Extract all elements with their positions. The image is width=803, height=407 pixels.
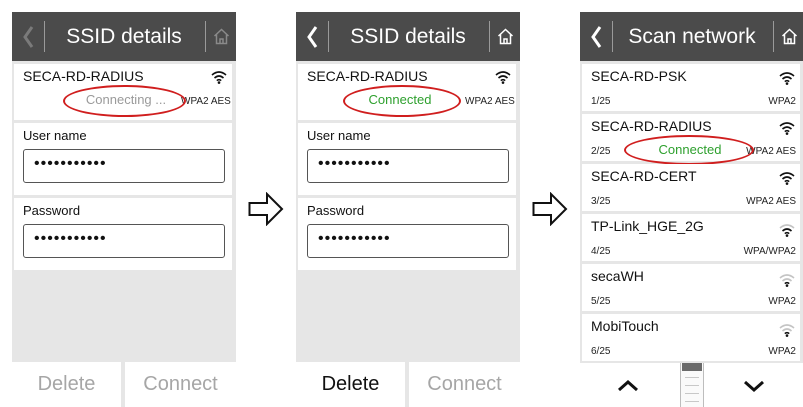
header-bar: Scan network bbox=[580, 12, 803, 61]
home-icon bbox=[213, 28, 229, 45]
network-item[interactable]: secaWH 5/25 WPA2 bbox=[582, 264, 800, 311]
chevron-up-icon bbox=[618, 380, 638, 392]
home-button[interactable] bbox=[206, 12, 236, 61]
scrollbar[interactable] bbox=[680, 363, 704, 407]
security-type: WPA/WPA2 bbox=[743, 246, 796, 257]
page-up-button[interactable] bbox=[608, 371, 648, 401]
chevron-down-icon bbox=[744, 380, 764, 392]
password-card: Password ••••••••••• bbox=[298, 198, 516, 270]
security-type: WPA2 AES bbox=[746, 196, 796, 207]
wifi-icon bbox=[211, 71, 227, 84]
password-label: Password bbox=[307, 203, 365, 218]
annotation-ellipse bbox=[63, 85, 186, 117]
password-input[interactable]: ••••••••••• bbox=[23, 224, 225, 258]
network-item[interactable]: SECA-RD-PSK 1/25 WPA2 bbox=[582, 64, 800, 111]
scrollbar-tick bbox=[685, 401, 699, 402]
wifi-icon bbox=[779, 122, 795, 135]
security-type: WPA2 AES bbox=[465, 96, 515, 107]
username-value: ••••••••••• bbox=[318, 155, 391, 172]
connect-button[interactable]: Connect bbox=[125, 362, 236, 407]
username-label: User name bbox=[307, 128, 371, 143]
password-input[interactable]: ••••••••••• bbox=[307, 224, 509, 258]
back-button[interactable] bbox=[580, 12, 612, 61]
password-label: Password bbox=[23, 203, 81, 218]
chevron-left-icon bbox=[23, 25, 34, 48]
ssid-card: SECA-RD-RADIUS Connected WPA2 AES bbox=[298, 64, 516, 120]
annotation-ellipse bbox=[343, 85, 461, 117]
home-icon bbox=[781, 28, 797, 45]
wifi-icon bbox=[779, 172, 795, 185]
right-arrow-icon bbox=[248, 192, 284, 226]
scrollbar-tick bbox=[685, 393, 699, 394]
ssid-name: SECA-RD-RADIUS bbox=[307, 68, 428, 84]
network-name: SECA-RD-CERT bbox=[591, 168, 697, 184]
security-type: WPA2 bbox=[768, 296, 796, 307]
network-index: 2/25 bbox=[591, 146, 611, 157]
wifi-icon bbox=[779, 72, 795, 85]
network-name: SECA-RD-RADIUS bbox=[591, 118, 712, 134]
network-index: 1/25 bbox=[591, 96, 611, 107]
wifi-icon bbox=[779, 274, 795, 287]
network-name: TP-Link_HGE_2G bbox=[591, 218, 704, 234]
scan-network-screen: Scan network SECA-RD-PSK 1/25 WPA2 SECA-… bbox=[580, 12, 803, 407]
network-name: SECA-RD-PSK bbox=[591, 68, 687, 84]
network-item[interactable]: TP-Link_HGE_2G 4/25 WPA/WPA2 bbox=[582, 214, 800, 261]
password-value: ••••••••••• bbox=[318, 230, 391, 247]
network-item[interactable]: MobiTouch 6/25 WPA2 bbox=[582, 314, 800, 361]
username-input[interactable]: ••••••••••• bbox=[23, 149, 225, 183]
pagination-bar bbox=[580, 363, 803, 407]
network-item[interactable]: SECA-RD-CERT 3/25 WPA2 AES bbox=[582, 164, 800, 211]
page-down-button[interactable] bbox=[734, 371, 774, 401]
wifi-icon bbox=[779, 324, 795, 337]
network-item[interactable]: SECA-RD-RADIUS 2/25 Connected WPA2 AES bbox=[582, 114, 800, 165]
home-button[interactable] bbox=[774, 12, 803, 61]
ssid-details-screen-connecting: SSID details SECA-RD-RADIUS Connecting .… bbox=[12, 12, 236, 407]
connect-button[interactable]: Connect bbox=[409, 362, 520, 407]
security-type: WPA2 bbox=[768, 96, 796, 107]
page-title: Scan network bbox=[628, 25, 756, 48]
network-index: 6/25 bbox=[591, 346, 611, 357]
security-type: WPA2 bbox=[768, 346, 796, 357]
wifi-icon bbox=[779, 224, 795, 237]
ssid-details-screen-connected: SSID details SECA-RD-RADIUS Connected WP… bbox=[296, 12, 520, 407]
username-card: User name ••••••••••• bbox=[14, 123, 232, 195]
annotation-ellipse bbox=[624, 135, 754, 165]
chevron-left-icon bbox=[307, 25, 318, 48]
password-value: ••••••••••• bbox=[34, 230, 107, 247]
security-type: WPA2 AES bbox=[181, 96, 231, 107]
network-index: 4/25 bbox=[591, 246, 611, 257]
password-card: Password ••••••••••• bbox=[14, 198, 232, 270]
back-button[interactable] bbox=[296, 12, 328, 61]
scrollbar-tick bbox=[685, 385, 699, 386]
scrollbar-tick bbox=[685, 377, 699, 378]
network-index: 5/25 bbox=[591, 296, 611, 307]
wifi-icon bbox=[495, 71, 511, 84]
delete-button[interactable]: Delete bbox=[296, 362, 405, 407]
network-name: MobiTouch bbox=[591, 318, 659, 334]
ssid-name: SECA-RD-RADIUS bbox=[23, 68, 144, 84]
scrollbar-thumb[interactable] bbox=[682, 363, 702, 371]
username-value: ••••••••••• bbox=[34, 155, 107, 172]
username-input[interactable]: ••••••••••• bbox=[307, 149, 509, 183]
header-bar: SSID details bbox=[12, 12, 236, 61]
network-name: secaWH bbox=[591, 268, 644, 284]
username-card: User name ••••••••••• bbox=[298, 123, 516, 195]
network-index: 3/25 bbox=[591, 196, 611, 207]
home-icon bbox=[497, 28, 513, 45]
page-title: SSID details bbox=[66, 25, 182, 48]
home-button[interactable] bbox=[490, 12, 520, 61]
delete-button[interactable]: Delete bbox=[12, 362, 121, 407]
page-title: SSID details bbox=[350, 25, 466, 48]
chevron-left-icon bbox=[591, 25, 602, 48]
back-button[interactable] bbox=[12, 12, 44, 61]
right-arrow-icon bbox=[532, 192, 568, 226]
username-label: User name bbox=[23, 128, 87, 143]
header-bar: SSID details bbox=[296, 12, 520, 61]
ssid-card: SECA-RD-RADIUS Connecting ... WPA2 AES bbox=[14, 64, 232, 120]
